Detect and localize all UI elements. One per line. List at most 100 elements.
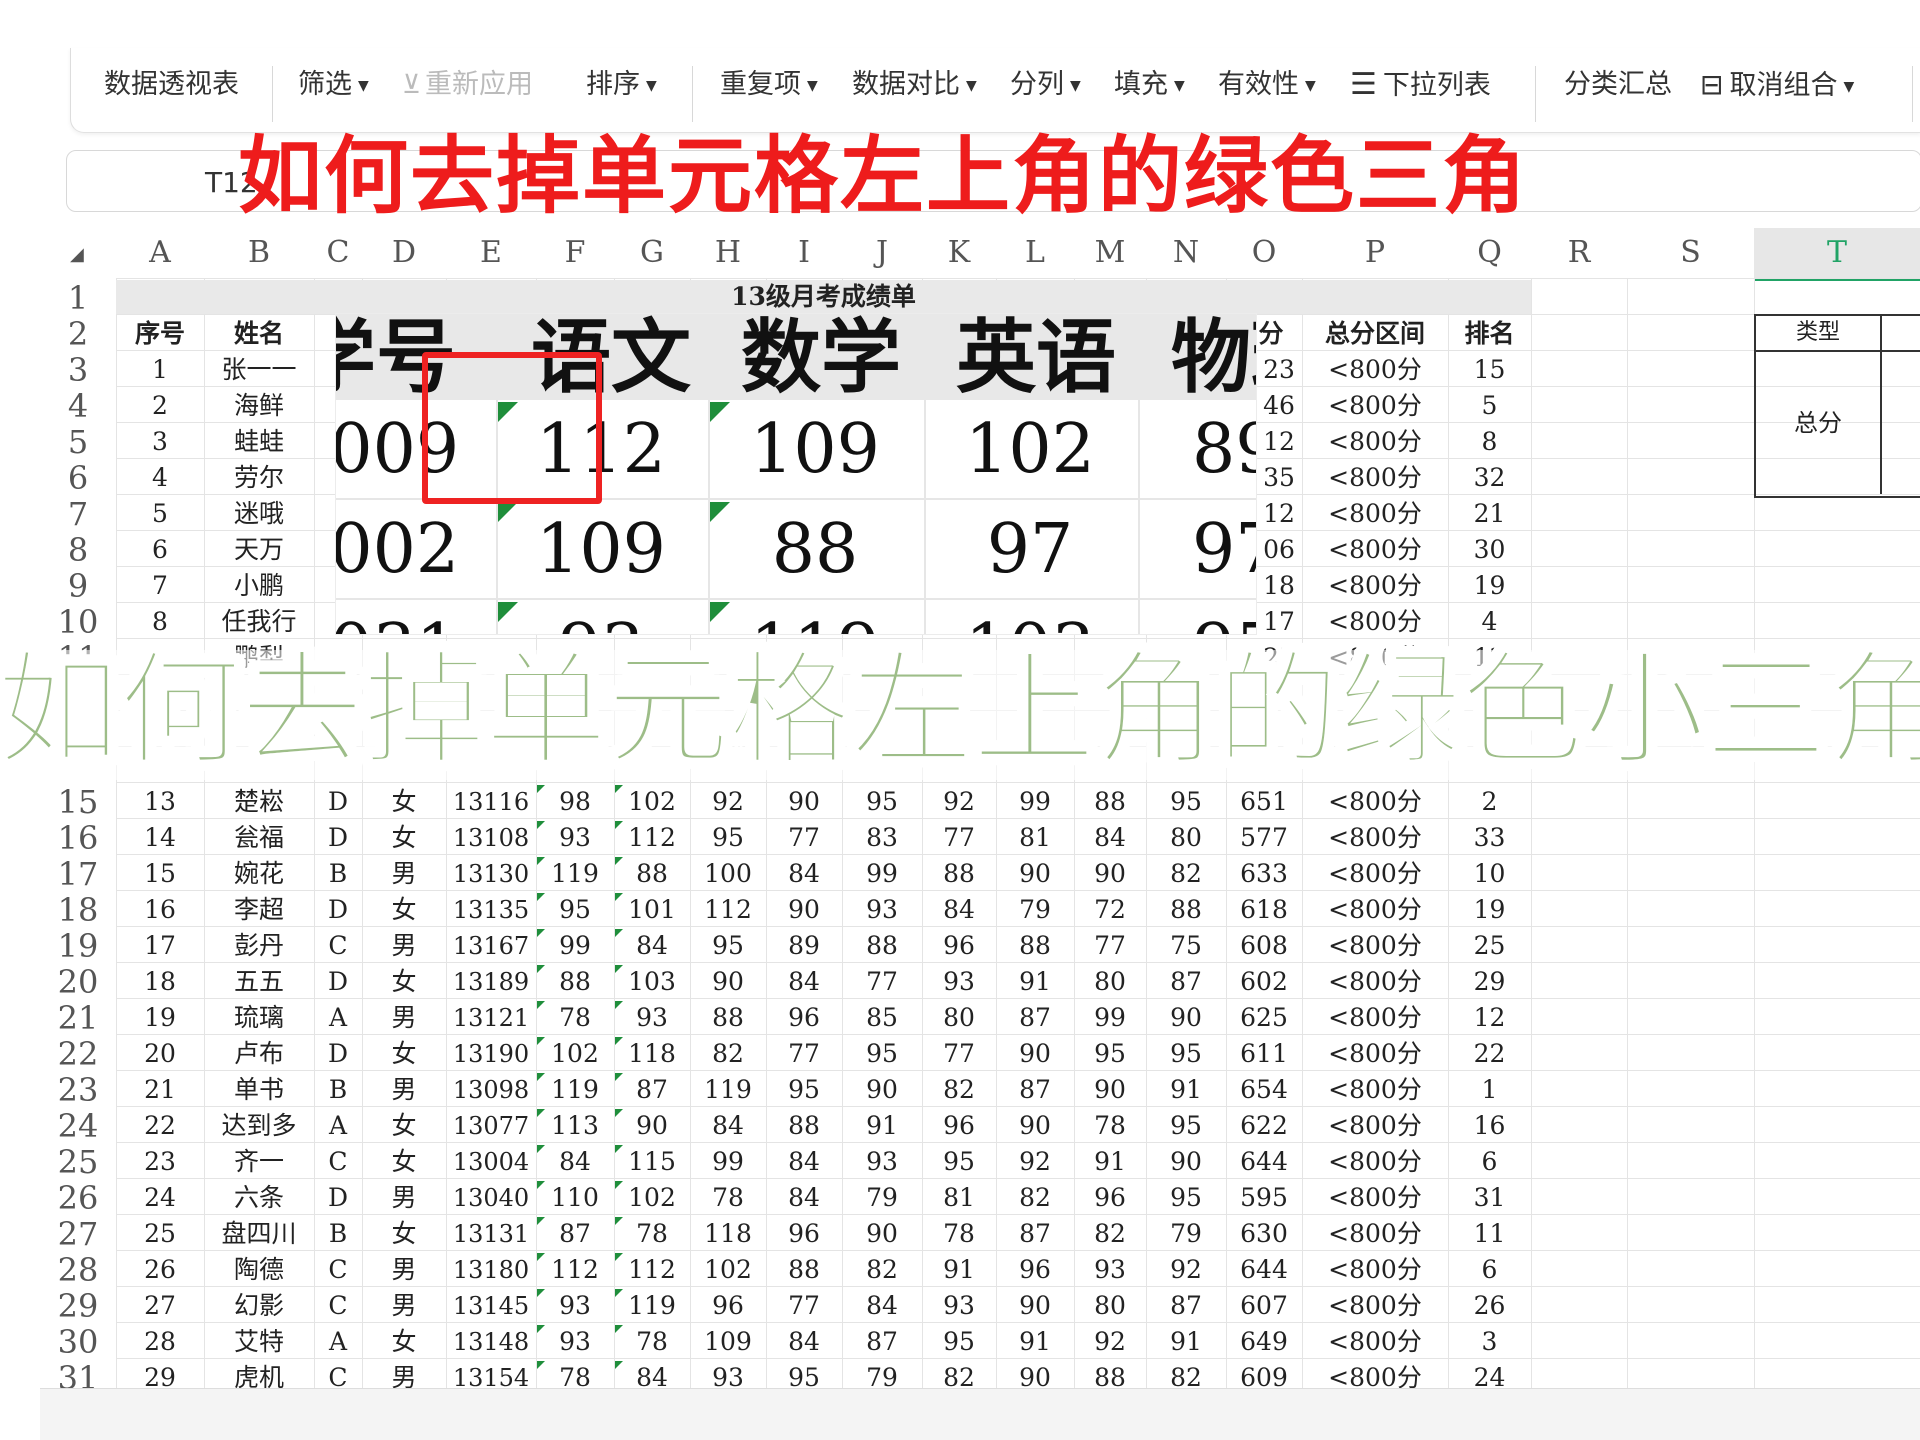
row-header[interactable]: 16	[40, 820, 116, 856]
table-cell[interactable]: 110	[536, 1180, 614, 1216]
table-cell[interactable]: 90	[1074, 1072, 1146, 1108]
table-cell[interactable]: 84	[922, 892, 996, 928]
row-header[interactable]: 9	[40, 568, 116, 604]
table-cell[interactable]: 651	[1226, 784, 1302, 820]
table-cell[interactable]: 91	[842, 1108, 922, 1144]
table-cell[interactable]: <800分	[1302, 784, 1448, 820]
table-cell[interactable]: 577	[1226, 820, 1302, 856]
cell-name[interactable]: 蛙蛙	[204, 424, 314, 460]
table-cell[interactable]: 13116	[446, 784, 536, 820]
row-header[interactable]: 30	[40, 1324, 116, 1360]
table-cell[interactable]: 102	[614, 1180, 690, 1216]
table-cell[interactable]: 99	[536, 928, 614, 964]
cell-total[interactable]: 46	[1256, 388, 1302, 424]
row-header[interactable]: 28	[40, 1252, 116, 1288]
table-cell[interactable]: 19	[116, 1000, 204, 1036]
cell-total[interactable]: 23	[1256, 352, 1302, 388]
cell-total-range[interactable]: <800分	[1302, 568, 1448, 604]
table-cell[interactable]: 27	[116, 1288, 204, 1324]
table-cell[interactable]: 87	[842, 1324, 922, 1360]
cell-rank[interactable]: 32	[1448, 460, 1531, 496]
table-cell[interactable]: 1	[1448, 1072, 1531, 1108]
cell-rank[interactable]: 4	[1448, 604, 1531, 640]
table-cell[interactable]: B	[314, 856, 362, 892]
cell-total-range[interactable]: <800分	[1302, 496, 1448, 532]
table-cell[interactable]: 彭丹	[204, 928, 314, 964]
table-cell[interactable]: 622	[1226, 1108, 1302, 1144]
cell-total[interactable]: 12	[1256, 496, 1302, 532]
cell-rank[interactable]: 21	[1448, 496, 1531, 532]
table-cell[interactable]: 633	[1226, 856, 1302, 892]
table-cell[interactable]: 84	[766, 1144, 842, 1180]
table-cell[interactable]: 98	[536, 784, 614, 820]
row-header[interactable]: 10	[40, 604, 116, 640]
table-cell[interactable]: C	[314, 1144, 362, 1180]
table-cell[interactable]: A	[314, 1000, 362, 1036]
cell-total[interactable]: 18	[1256, 568, 1302, 604]
column-header-i[interactable]: I	[766, 228, 843, 278]
row-header[interactable]: 7	[40, 496, 116, 532]
table-cell[interactable]: 卢布	[204, 1036, 314, 1072]
cell-seq[interactable]: 1	[116, 352, 204, 388]
table-cell[interactable]: 102	[690, 1252, 766, 1288]
row-header[interactable]: 17	[40, 856, 116, 892]
table-cell[interactable]: <800分	[1302, 856, 1448, 892]
pivot-table-button[interactable]: 数据透视表	[104, 68, 239, 102]
table-cell[interactable]: 93	[1074, 1252, 1146, 1288]
cell-name[interactable]: 劳尔	[204, 460, 314, 496]
table-cell[interactable]: 达到多	[204, 1108, 314, 1144]
table-cell[interactable]: 33	[1448, 820, 1531, 856]
table-cell[interactable]: 96	[922, 1108, 996, 1144]
table-cell[interactable]: 77	[922, 820, 996, 856]
row-header[interactable]: 3	[40, 352, 116, 388]
cell-seq[interactable]: 7	[116, 568, 204, 604]
table-cell[interactable]: 2	[1448, 784, 1531, 820]
table-cell[interactable]: 82	[842, 1252, 922, 1288]
table-cell[interactable]: D	[314, 820, 362, 856]
table-cell[interactable]: C	[314, 1288, 362, 1324]
cell-total-range[interactable]: <800分	[1302, 424, 1448, 460]
cell-rank[interactable]: 15	[1448, 352, 1531, 388]
table-cell[interactable]: 3	[1448, 1324, 1531, 1360]
table-cell[interactable]: 13180	[446, 1252, 536, 1288]
table-cell[interactable]: 齐一	[204, 1144, 314, 1180]
row-header[interactable]: 19	[40, 928, 116, 964]
table-cell[interactable]: 84	[842, 1288, 922, 1324]
table-cell[interactable]: 13004	[446, 1144, 536, 1180]
column-header-q[interactable]: Q	[1448, 228, 1532, 278]
table-cell[interactable]: 87	[1146, 964, 1226, 1000]
table-cell[interactable]: 87	[996, 1000, 1074, 1036]
table-cell[interactable]: B	[314, 1216, 362, 1252]
table-cell[interactable]: 79	[842, 1180, 922, 1216]
filter-button[interactable]: 筛选 ▼	[298, 68, 369, 103]
table-cell[interactable]: 25	[116, 1216, 204, 1252]
table-cell[interactable]: 602	[1226, 964, 1302, 1000]
table-cell[interactable]: 13190	[446, 1036, 536, 1072]
table-cell[interactable]: 93	[842, 892, 922, 928]
cell-total-range[interactable]: <800分	[1302, 604, 1448, 640]
table-cell[interactable]: 99	[996, 784, 1074, 820]
column-header-s[interactable]: S	[1627, 228, 1755, 278]
table-cell[interactable]: 女	[362, 820, 446, 856]
cell-name[interactable]: 张一一	[204, 352, 314, 388]
table-cell[interactable]: 88	[690, 1000, 766, 1036]
table-cell[interactable]: 607	[1226, 1288, 1302, 1324]
table-cell[interactable]: 96	[996, 1252, 1074, 1288]
table-cell[interactable]: 13130	[446, 856, 536, 892]
cell-seq[interactable]: 5	[116, 496, 204, 532]
table-cell[interactable]: 20	[116, 1036, 204, 1072]
table-cell[interactable]: 84	[536, 1144, 614, 1180]
table-cell[interactable]: 女	[362, 964, 446, 1000]
table-cell[interactable]: 楚崧	[204, 784, 314, 820]
table-cell[interactable]: 99	[842, 856, 922, 892]
column-header-k[interactable]: K	[922, 228, 997, 278]
cell-total[interactable]: 06	[1256, 532, 1302, 568]
row-header[interactable]: 8	[40, 532, 116, 568]
table-cell[interactable]: 96	[1074, 1180, 1146, 1216]
row-header[interactable]: 27	[40, 1216, 116, 1252]
table-cell[interactable]: 595	[1226, 1180, 1302, 1216]
row-header[interactable]: 23	[40, 1072, 116, 1108]
cell-name[interactable]: 天万	[204, 532, 314, 568]
table-cell[interactable]: 90	[996, 1288, 1074, 1324]
table-cell[interactable]: 95	[690, 820, 766, 856]
